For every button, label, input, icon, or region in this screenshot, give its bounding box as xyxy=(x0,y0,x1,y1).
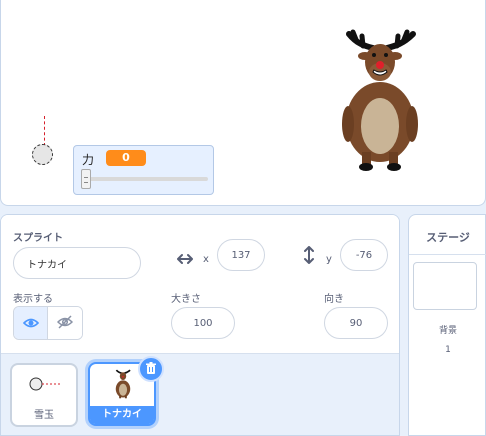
snowball-sprite[interactable] xyxy=(32,144,53,165)
delete-sprite-button[interactable] xyxy=(138,356,164,382)
sprite-section-title: スプライト xyxy=(13,233,63,244)
sprite-tile-label: トナカイ xyxy=(90,406,154,424)
sprite-tile-label: 雪玉 xyxy=(34,410,54,421)
trash-icon xyxy=(145,360,157,379)
sprite-info-panel: スプライト トナカイ x 137 y -76 表示する 大きさ 100 向き 9… xyxy=(1,215,399,353)
show-label: 表示する xyxy=(13,294,53,305)
x-label: x xyxy=(203,254,209,265)
sprite-tile-snowball[interactable]: 雪玉 xyxy=(10,363,78,427)
variable-monitor[interactable]: 力 0 xyxy=(73,145,214,195)
stage-pane-divider xyxy=(409,254,486,255)
monitor-label: 力 xyxy=(82,153,95,167)
visibility-toggle xyxy=(13,306,83,340)
stage-canvas[interactable]: 力 0 xyxy=(0,0,486,206)
snowball-trajectory-line xyxy=(44,116,45,146)
eye-off-icon xyxy=(56,314,74,333)
reindeer-sprite[interactable] xyxy=(335,24,425,174)
direction-label: 向き xyxy=(324,294,344,305)
vertical-arrows-icon xyxy=(303,246,315,268)
eye-icon xyxy=(22,314,39,333)
monitor-slider-thumb[interactable] xyxy=(81,169,91,189)
x-position-input[interactable]: 137 xyxy=(217,239,265,271)
scratch-editor: 力 0 スプライト トナカイ x 137 y -76 表示する 大きさ 100 … xyxy=(0,0,486,436)
direction-input[interactable]: 90 xyxy=(324,307,388,339)
size-input[interactable]: 100 xyxy=(171,307,235,339)
sprite-list: 雪玉 トナカイ xyxy=(1,353,399,435)
hide-button[interactable] xyxy=(48,307,82,339)
stage-pane-title: ステージ xyxy=(426,231,470,244)
monitor-slider-track[interactable] xyxy=(84,177,208,181)
show-button[interactable] xyxy=(14,307,49,339)
y-label: y xyxy=(326,254,332,265)
y-position-input[interactable]: -76 xyxy=(340,239,388,271)
sprite-pane: スプライト トナカイ x 137 y -76 表示する 大きさ 100 向き 9… xyxy=(0,214,400,436)
backdrop-thumbnail[interactable] xyxy=(413,262,477,310)
stage-target-pane[interactable]: ステージ 背景 1 xyxy=(408,214,486,436)
sprite-name-input[interactable]: トナカイ xyxy=(13,247,141,279)
backdrops-label: 背景 xyxy=(438,326,457,336)
snowball-thumbnail-icon xyxy=(29,377,62,391)
reindeer-thumbnail-icon xyxy=(115,369,131,399)
monitor-value: 0 xyxy=(106,150,146,166)
horizontal-arrows-icon xyxy=(177,253,193,269)
size-label: 大きさ xyxy=(171,294,201,305)
backdrops-count: 1 xyxy=(445,345,451,355)
